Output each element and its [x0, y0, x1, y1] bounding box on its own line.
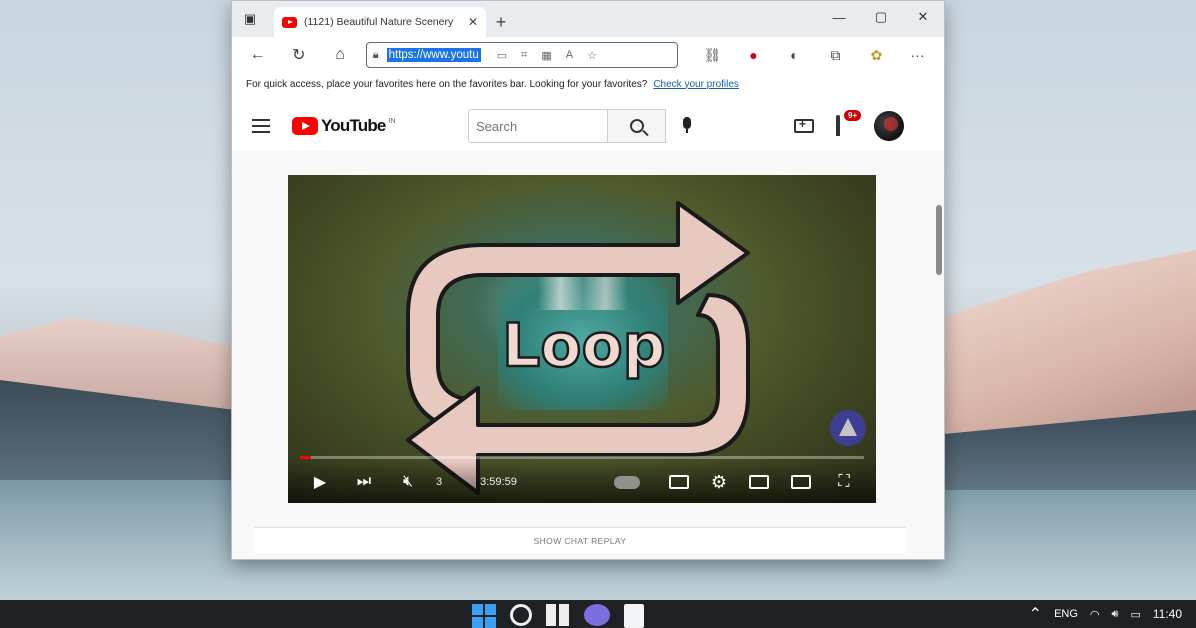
close-button[interactable]: ✕: [902, 1, 944, 33]
grid-icon[interactable]: ⌗: [521, 49, 527, 62]
url-field[interactable]: 🔒︎ https://www.youtu ▭ ⌗ ▦ A ☆: [365, 42, 679, 68]
url-field-icons: ▭ ⌗ ▦ A ☆: [497, 49, 597, 62]
address-bar: ← ↻ ⌂ 🔒︎ https://www.youtu ▭ ⌗ ▦ A ☆ ⛓ ●…: [232, 37, 944, 73]
progress-fill: [300, 456, 312, 459]
start-icon[interactable]: [472, 604, 496, 628]
subtitles-icon[interactable]: [668, 475, 689, 489]
lock-icon[interactable]: 🔒︎: [373, 49, 379, 62]
search-icon: [629, 119, 644, 133]
maximize-button[interactable]: ▢: [860, 1, 902, 33]
url-text[interactable]: https://www.youtu: [386, 48, 481, 62]
wallpaper-dune-right: [944, 250, 1196, 440]
play-icon[interactable]: ▶: [298, 472, 342, 492]
header-actions: 9+: [794, 110, 904, 141]
toolbar-icons: ⛓ ● ◐ ⧉ ✿ ···: [692, 40, 938, 70]
system-tray: ⌃ ENG ◠ 🔊︎ ▭ 11:40: [1029, 604, 1182, 624]
youtube-logo[interactable]: YouTube IN: [292, 116, 396, 136]
apps-icon[interactable]: ▦: [541, 49, 551, 62]
check-profiles-link[interactable]: Check your profiles: [653, 79, 739, 90]
read-aloud-icon[interactable]: A: [566, 49, 573, 62]
youtube-page: YouTube IN 9+: [232, 101, 944, 559]
search-button[interactable]: [608, 109, 666, 143]
chevron-up-icon[interactable]: ⌃: [1029, 604, 1042, 624]
mic-icon[interactable]: [682, 117, 692, 133]
task-view-icon[interactable]: [546, 604, 570, 626]
time-display: 3:59:59: [480, 476, 517, 488]
wifi-icon[interactable]: ◠: [1090, 608, 1100, 621]
player-controls-right: ⚙ ⛶: [613, 472, 866, 493]
fullscreen-icon[interactable]: ⛶: [822, 473, 866, 491]
favorites-bar-message: For quick access, place your favorites h…: [246, 78, 648, 90]
miniplayer-icon[interactable]: [749, 475, 769, 489]
refresh-icon[interactable]: ↻: [279, 40, 318, 70]
youtube-search: [468, 109, 666, 143]
settings-icon[interactable]: ⚙: [711, 472, 727, 493]
show-chat-replay-button[interactable]: SHOW CHAT REPLAY: [254, 527, 906, 553]
youtube-favicon-icon: [282, 16, 297, 28]
clock[interactable]: 11:40: [1153, 607, 1182, 621]
favorites-bar: For quick access, place your favorites h…: [232, 73, 944, 95]
youtube-header: YouTube IN 9+: [232, 101, 944, 151]
sidebar-toggle-icon[interactable]: ▣: [232, 1, 268, 37]
collections-icon[interactable]: ⧉: [815, 40, 856, 70]
browser-tab[interactable]: (1121) Beautiful Nature Scenery ✕: [274, 7, 486, 37]
extensions-icon[interactable]: ◐: [774, 40, 815, 70]
youtube-logo-icon: [292, 117, 318, 135]
theater-icon[interactable]: [791, 475, 811, 489]
youtube-logo-text: YouTube: [321, 116, 386, 135]
search-input[interactable]: [468, 109, 608, 143]
taskbar-apps: [472, 604, 644, 628]
notification-badge: 9+: [844, 110, 862, 121]
link-icon[interactable]: ⛓: [692, 40, 733, 70]
time-display-prefix: 3: [436, 476, 443, 488]
loop-overlay-text: Loop: [501, 310, 667, 383]
battery-icon[interactable]: ▭: [1130, 608, 1140, 621]
minimize-button[interactable]: —: [818, 1, 860, 33]
channel-watermark-icon[interactable]: [830, 410, 866, 446]
chat-icon[interactable]: [584, 604, 610, 626]
volume-icon[interactable]: 🔊︎: [1112, 608, 1119, 621]
youtube-region-code: IN: [388, 117, 396, 125]
home-icon[interactable]: ⌂: [321, 40, 360, 70]
file-explorer-icon[interactable]: [624, 604, 644, 628]
profile-icon[interactable]: ✿: [856, 40, 897, 70]
create-icon[interactable]: [794, 117, 814, 133]
extension-record-icon[interactable]: ●: [733, 40, 774, 70]
title-bar: ▣ (1121) Beautiful Nature Scenery ✕ + — …: [232, 1, 944, 37]
bell-icon[interactable]: 9+: [836, 110, 862, 136]
more-icon[interactable]: ···: [897, 40, 938, 70]
taskbar: ⌃ ENG ◠ 🔊︎ ▭ 11:40: [0, 600, 1196, 628]
page-scrollbar[interactable]: [936, 205, 942, 275]
new-tab-button[interactable]: +: [486, 7, 516, 37]
back-icon[interactable]: ←: [238, 40, 277, 70]
next-icon[interactable]: ⏭: [342, 473, 386, 491]
avatar[interactable]: [874, 111, 904, 141]
progress-bar[interactable]: [300, 456, 864, 459]
window-controls: — ▢ ✕: [818, 1, 944, 33]
favorites-icon[interactable]: ☆: [587, 49, 597, 62]
tab-title: (1121) Beautiful Nature Scenery: [304, 16, 454, 28]
video-icon[interactable]: ▭: [497, 49, 507, 62]
taskbar-search-icon[interactable]: [510, 604, 532, 626]
player-controls: ▶ ⏭ 🔇︎ 3 3:59:59 ⚙ ⛶: [288, 461, 876, 503]
menu-icon[interactable]: [252, 119, 270, 133]
language-indicator[interactable]: ENG: [1054, 608, 1078, 620]
video-player[interactable]: Loop ▶ ⏭ 🔇︎ 3 3:59:59 ⚙ ⛶: [288, 175, 876, 503]
browser-window: ▣ (1121) Beautiful Nature Scenery ✕ + — …: [231, 0, 945, 560]
autoplay-toggle[interactable]: [613, 475, 640, 489]
mute-icon[interactable]: 🔇︎: [386, 473, 430, 491]
tab-close-icon[interactable]: ✕: [468, 15, 478, 29]
